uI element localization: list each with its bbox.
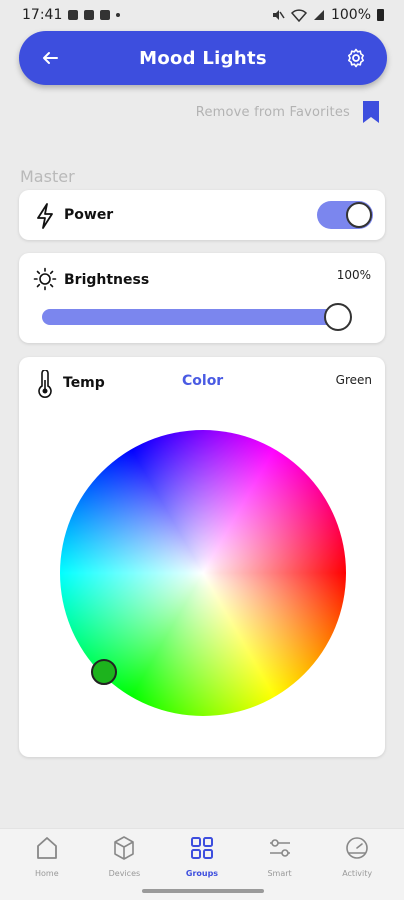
- home-indicator: [142, 889, 264, 893]
- trash-icon: [100, 10, 111, 20]
- gauge-icon: [346, 837, 368, 859]
- more-notifications-icon: [116, 13, 121, 17]
- wifi-icon: [290, 9, 307, 22]
- color-wheel-picker[interactable]: [90, 659, 117, 686]
- page-title: Mood Lights: [139, 47, 267, 69]
- thermometer-icon: [38, 370, 52, 398]
- back-arrow-icon[interactable]: [37, 45, 63, 71]
- sliders-icon: [269, 839, 290, 857]
- remove-favorites-button[interactable]: Remove from Favorites: [196, 100, 380, 124]
- nav-label: Devices: [108, 869, 141, 878]
- sun-icon: [33, 267, 57, 291]
- status-bar-right: 100%: [271, 7, 384, 23]
- lightning-icon: [37, 203, 53, 229]
- brightness-card: Brightness 100%: [19, 253, 385, 343]
- battery-icon: [377, 9, 384, 21]
- brightness-label: Brightness: [64, 272, 150, 288]
- color-wheel[interactable]: [60, 430, 346, 716]
- tab-color[interactable]: Color: [182, 373, 223, 389]
- grid-icon: [190, 837, 213, 859]
- home-icon: [36, 837, 57, 859]
- power-toggle-knob: [346, 202, 372, 228]
- bookmark-icon: [363, 101, 379, 123]
- youtube-icon: [84, 10, 95, 20]
- app-header: Mood Lights: [19, 31, 387, 85]
- nav-home[interactable]: Home: [11, 829, 83, 900]
- brightness-slider[interactable]: [42, 303, 352, 331]
- master-section-label: Master: [20, 167, 75, 186]
- status-bar: 17:41 100%: [0, 0, 404, 30]
- nav-label: Activity: [342, 869, 373, 878]
- power-label: Power: [64, 207, 114, 223]
- tab-temp[interactable]: Temp: [63, 375, 105, 391]
- nav-label: Groups: [185, 869, 219, 878]
- gallery-icon: [68, 10, 79, 20]
- signal-icon: [313, 10, 324, 20]
- power-card: Power: [19, 190, 385, 240]
- brightness-value: 100%: [336, 268, 371, 282]
- nav-label: Smart: [267, 869, 292, 878]
- settings-gear-icon[interactable]: [343, 45, 369, 71]
- cube-icon: [114, 836, 135, 860]
- nav-activity[interactable]: Activity: [321, 829, 393, 900]
- power-toggle[interactable]: [317, 201, 373, 229]
- mute-icon: [272, 10, 285, 20]
- color-card: Temp Color Green: [19, 357, 385, 757]
- status-bar-left: 17:41: [22, 7, 121, 23]
- brightness-slider-knob[interactable]: [324, 303, 352, 331]
- battery-percent: 100%: [330, 7, 371, 23]
- remove-favorites-label: Remove from Favorites: [195, 104, 350, 120]
- selected-color-name: Green: [335, 373, 372, 387]
- status-time: 17:41: [22, 7, 63, 23]
- nav-label: Home: [34, 869, 59, 878]
